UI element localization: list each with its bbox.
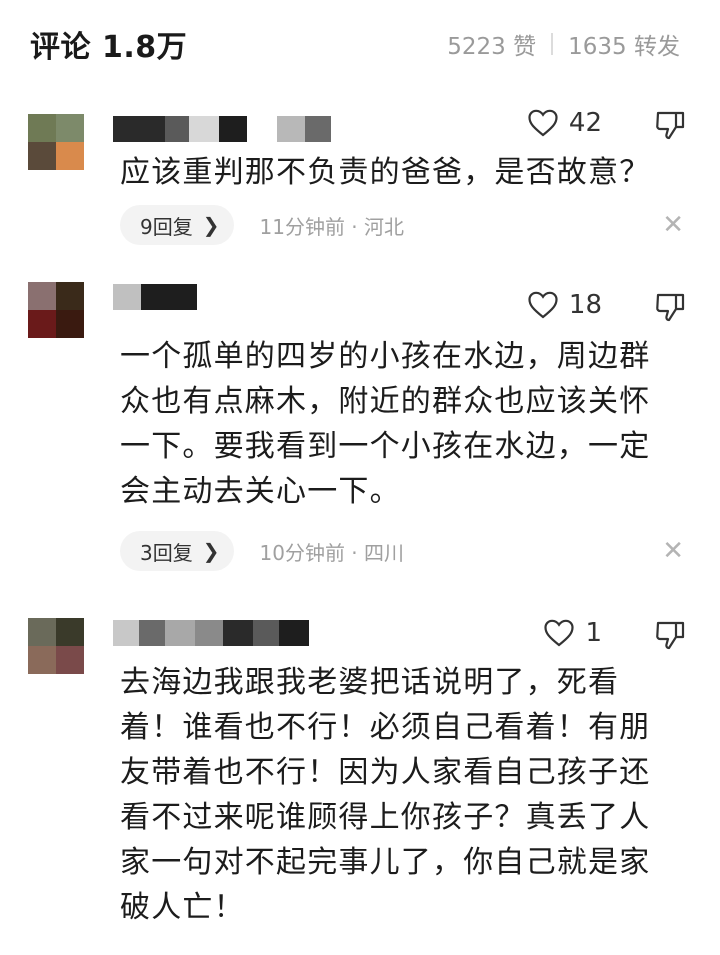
- comment-text: 一个孤单的四岁的小孩在水边，周边群众也有点麻木，附近的群众也应该关怀一下。要我看…: [120, 339, 651, 509]
- chevron-right-icon: ❯: [202, 213, 220, 237]
- reply-count: 3回复: [140, 540, 193, 565]
- comments-header: 评论 1.8万 5223 赞 1635 转发: [0, 0, 720, 90]
- comment-text: 去海边我跟我老婆把话说明了，死看着！谁看也不行！必须自己看着！有朋友带着也不行！…: [120, 665, 651, 925]
- username-redacted[interactable]: [113, 116, 331, 142]
- thumbs-down-icon[interactable]: [654, 292, 686, 322]
- thumbs-down-icon[interactable]: [654, 110, 686, 140]
- heart-outline-icon: [528, 291, 558, 319]
- total-shares[interactable]: 1635 转发: [568, 27, 680, 61]
- heart-outline-icon: [544, 619, 575, 647]
- replies-button[interactable]: 3回复 ❯: [120, 531, 234, 571]
- like-button[interactable]: 1: [543, 618, 602, 648]
- comment-text: 应该重判那不负责的爸爸，是否故意？: [120, 155, 651, 190]
- avatar[interactable]: [28, 618, 84, 674]
- time-location: 11分钟前 · 河北: [259, 214, 405, 239]
- heart-outline-icon: [528, 109, 558, 137]
- like-button[interactable]: 42: [527, 108, 602, 138]
- stats-divider: [551, 33, 554, 55]
- avatar[interactable]: [28, 282, 84, 338]
- username-redacted[interactable]: [113, 620, 309, 646]
- header-stats: 5223 赞 1635 转发: [447, 27, 680, 61]
- total-likes[interactable]: 5223 赞: [447, 27, 536, 61]
- replies-button[interactable]: 9回复 ❯: [120, 205, 234, 245]
- thumbs-down-icon[interactable]: [654, 620, 686, 650]
- comments-title: 评论 1.8万: [30, 30, 188, 65]
- chevron-right-icon: ❯: [202, 539, 220, 563]
- comment-meta: 3回复 ❯ 10分钟前 · 四川: [120, 530, 404, 572]
- time-location: 10分钟前 · 四川: [259, 540, 405, 565]
- like-count: 42: [568, 108, 602, 138]
- username-redacted[interactable]: [113, 284, 197, 310]
- like-button[interactable]: 18: [527, 290, 602, 320]
- comment-meta: 9回复 ❯ 11分钟前 · 河北: [120, 204, 404, 246]
- like-count: 1: [585, 618, 602, 648]
- reply-count: 9回复: [140, 214, 193, 239]
- like-count: 18: [568, 290, 602, 320]
- close-icon[interactable]: ✕: [662, 538, 684, 564]
- close-icon[interactable]: ✕: [662, 212, 684, 238]
- avatar[interactable]: [28, 114, 84, 170]
